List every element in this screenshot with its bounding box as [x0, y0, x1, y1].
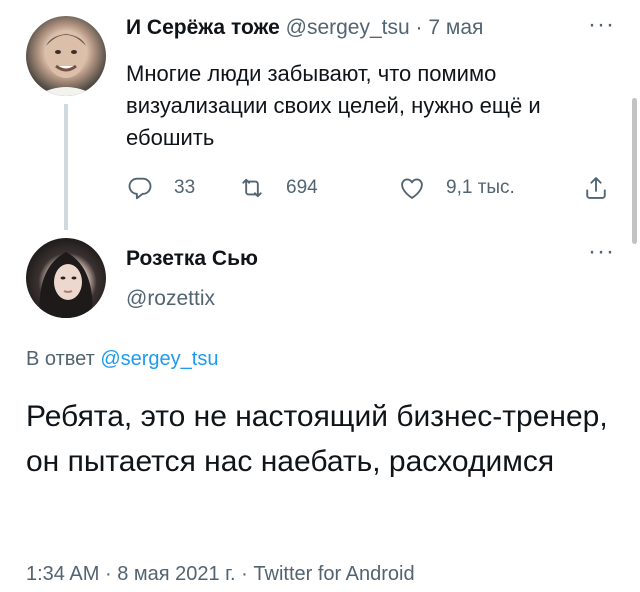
- avatar[interactable]: [26, 238, 106, 318]
- author-name[interactable]: Розетка Сью: [126, 247, 258, 271]
- tweet-metadata: 1:34 AM · 8 мая 2021 г. · Twitter for An…: [26, 563, 415, 586]
- tweet-date[interactable]: 8 мая 2021 г.: [117, 563, 235, 585]
- more-options-icon[interactable]: ···: [588, 13, 615, 37]
- reply-count: 33: [174, 177, 196, 198]
- author-name[interactable]: И Серёжа тоже: [126, 16, 280, 39]
- tweet-actions: 33 694 9,1 тыс.: [126, 172, 616, 204]
- avatar-photo-icon: [36, 30, 96, 96]
- separator: ·: [241, 563, 248, 585]
- author-handle[interactable]: @rozettix: [126, 287, 258, 311]
- parent-tweet[interactable]: И Серёжа тоже @sergey_tsu · 7 мая ··· Мн…: [0, 0, 640, 240]
- tweet-time[interactable]: 1:34 AM: [26, 563, 99, 585]
- separator: ·: [104, 563, 112, 585]
- reply-prefix: В ответ: [26, 348, 95, 370]
- retweet-icon: [242, 178, 262, 198]
- author-handle[interactable]: @sergey_tsu: [286, 16, 410, 39]
- heart-icon: [401, 178, 423, 199]
- tweet-text: Многие люди забывают, что помимо визуали…: [126, 61, 541, 150]
- reply-mention-link[interactable]: @sergey_tsu: [100, 348, 218, 370]
- more-options-icon[interactable]: ···: [588, 240, 615, 264]
- reply-icon: [128, 177, 152, 200]
- thread-line: [64, 104, 68, 230]
- tweet-text: Ребята, это не настоящий бизнес-тренер, …: [26, 400, 608, 478]
- reply-button[interactable]: 33: [126, 172, 195, 204]
- avatar-photo-icon: [39, 252, 93, 318]
- reply-context: В ответ @sergey_tsu: [26, 348, 218, 371]
- retweet-button[interactable]: 694: [238, 172, 318, 204]
- tweet-author: Розетка Сью @rozettix: [126, 247, 258, 311]
- share-icon: [586, 177, 606, 199]
- avatar[interactable]: [26, 16, 106, 96]
- like-count: 9,1 тыс.: [446, 177, 515, 198]
- like-button[interactable]: 9,1 тыс.: [398, 172, 515, 204]
- tweet-source[interactable]: Twitter for Android: [253, 563, 414, 585]
- tweet-date[interactable]: 7 мая: [428, 16, 483, 39]
- separator: ·: [415, 16, 423, 39]
- retweet-count: 694: [286, 177, 318, 198]
- tweet-header: И Серёжа тоже @sergey_tsu · 7 мая: [126, 16, 483, 40]
- share-button[interactable]: [582, 172, 610, 204]
